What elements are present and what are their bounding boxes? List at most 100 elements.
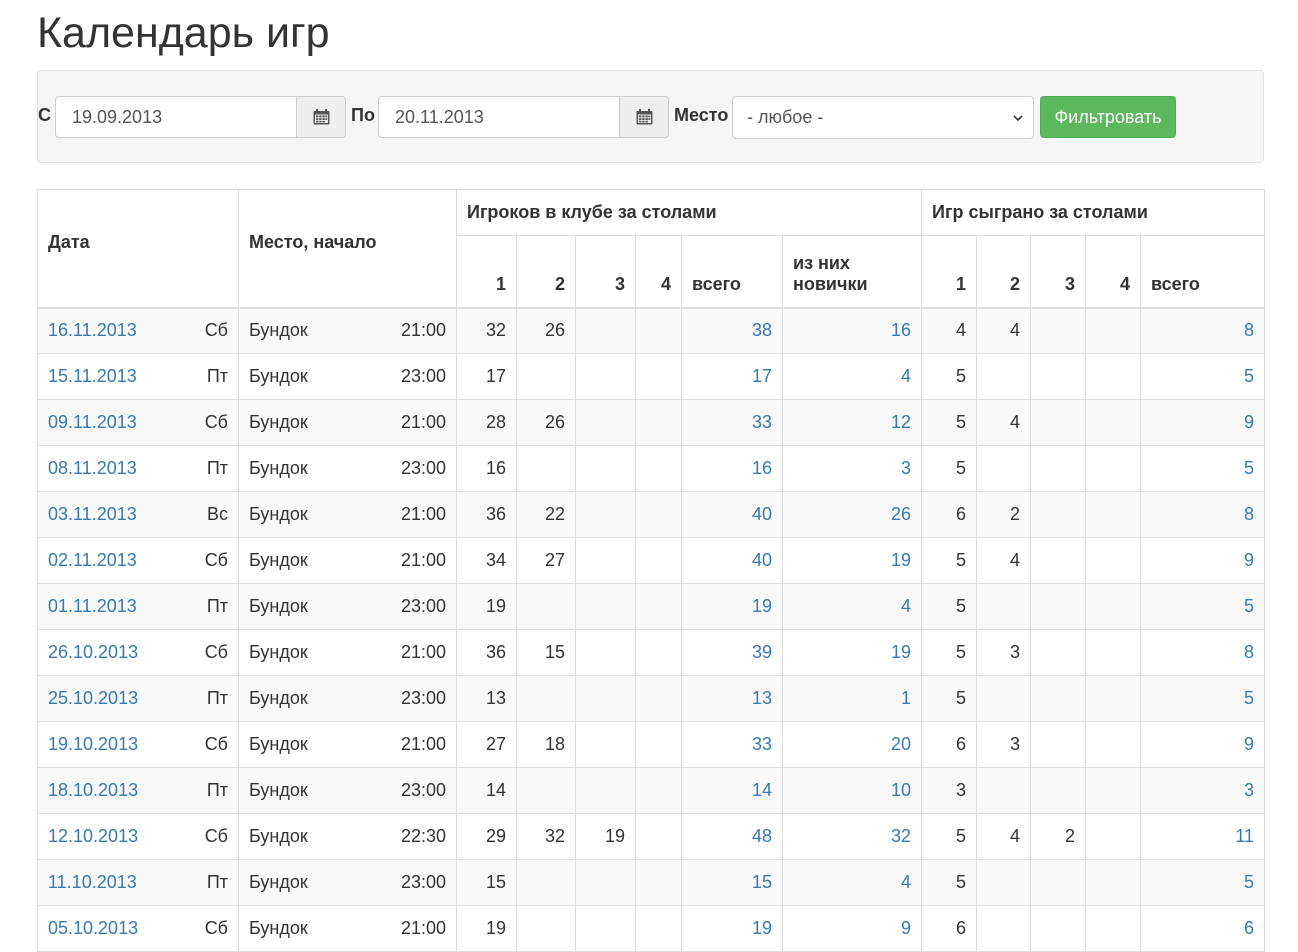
players-newbies-link[interactable]: 12 [781,399,923,446]
players-newbies-link[interactable]: 1 [781,675,923,722]
start-time: 23:00 [400,780,446,800]
players-total-link[interactable]: 16 [681,445,783,492]
players-newbies-link[interactable]: 19 [781,629,923,676]
players-table-3 [575,583,636,630]
games-table-3 [1030,767,1087,814]
games-table-1: 5 [921,537,978,584]
players-total-link[interactable]: 13 [681,675,783,722]
players-table-4 [635,675,682,722]
games-table-2 [976,905,1032,952]
day-of-week: Сб [204,412,228,432]
games-table-4 [1085,859,1142,906]
games-total-link[interactable]: 11 [1140,813,1266,860]
games-total-link[interactable]: 6 [1140,905,1266,952]
games-total-link[interactable]: 9 [1140,399,1266,446]
players-total-link[interactable]: 15 [681,859,783,906]
page-title: Календарь игр [37,9,330,57]
from-calendar-button[interactable] [296,97,345,137]
players-newbies-link[interactable]: 4 [781,583,923,630]
players-total-link[interactable]: 40 [681,491,783,538]
players-table-3 [575,629,636,676]
games-total-link[interactable]: 8 [1140,307,1266,354]
date-link[interactable]: 18.10.2013 [48,780,138,801]
games-total-link[interactable]: 5 [1140,353,1266,400]
players-newbies-link[interactable]: 16 [781,307,923,354]
players-total-link[interactable]: 38 [681,307,783,354]
games-table-2: 4 [976,307,1032,354]
games-total-link[interactable]: 5 [1140,445,1266,492]
players-newbies-link[interactable]: 10 [781,767,923,814]
date-link[interactable]: 05.10.2013 [48,918,138,939]
players-total-link[interactable]: 40 [681,537,783,584]
to-date-field[interactable]: 20.11.2013 [378,96,669,138]
games-table-3 [1030,445,1087,492]
place-name: Бундок [249,320,308,341]
date-link[interactable]: 26.10.2013 [48,642,138,663]
players-total-link[interactable]: 48 [681,813,783,860]
games-total-link[interactable]: 5 [1140,859,1266,906]
games-total-link[interactable]: 9 [1140,721,1266,768]
place-cell-content: Бундок 23:00 [249,872,446,893]
players-newbies-link[interactable]: 3 [781,445,923,492]
date-link[interactable]: 02.11.2013 [48,550,137,571]
players-newbies-link[interactable]: 4 [781,859,923,906]
players-total-link[interactable]: 14 [681,767,783,814]
players-table-1: 13 [456,675,517,722]
players-table-2: 32 [516,813,576,860]
players-newbies-link[interactable]: 26 [781,491,923,538]
games-table-4 [1085,629,1142,676]
place-select[interactable]: - любое - [732,96,1034,139]
players-table-2: 15 [516,629,576,676]
to-calendar-button[interactable] [619,97,668,137]
players-table-3 [575,767,636,814]
from-date-field[interactable]: 19.09.2013 [55,96,346,138]
start-time: 22:30 [400,826,446,846]
place-name: Бундок [249,412,308,432]
games-table-3 [1030,583,1087,630]
players-total-link[interactable]: 17 [681,353,783,400]
players-newbies-link[interactable]: 32 [781,813,923,860]
games-total-link[interactable]: 8 [1140,629,1266,676]
place-name: Бундок [249,458,308,478]
place-cell: Бундок 23:00 [238,767,457,814]
games-total-link[interactable]: 8 [1140,491,1266,538]
date-link[interactable]: 16.11.2013 [48,320,137,341]
players-newbies-link[interactable]: 4 [781,353,923,400]
players-total-link[interactable]: 19 [681,905,783,952]
from-date-value[interactable]: 19.09.2013 [56,97,296,137]
header-games-table-1: 1 [921,235,978,308]
date-link[interactable]: 15.11.2013 [48,366,137,387]
filter-button[interactable]: Фильтровать [1040,96,1176,138]
place-cell: Бундок 21:00 [238,307,457,354]
to-date-value[interactable]: 20.11.2013 [379,97,619,137]
players-table-2 [516,859,576,906]
players-total-link[interactable]: 19 [681,583,783,630]
table-row: 11.10.2013 Пт Бундок 23:00 15 15 4 5 5 [37,859,1266,906]
players-total-link[interactable]: 39 [681,629,783,676]
players-total-link[interactable]: 33 [681,399,783,446]
players-table-4 [635,629,682,676]
date-link[interactable]: 19.10.2013 [48,734,138,755]
place-name: Бундок [249,872,308,892]
games-table-3 [1030,307,1087,354]
players-newbies-link[interactable]: 20 [781,721,923,768]
date-link[interactable]: 09.11.2013 [48,412,137,433]
games-total-link[interactable]: 5 [1140,583,1266,630]
date-link[interactable]: 11.10.2013 [48,872,137,893]
start-time: 23:00 [400,872,446,892]
date-link[interactable]: 12.10.2013 [48,826,138,847]
place-cell: Бундок 21:00 [238,537,457,584]
date-link[interactable]: 25.10.2013 [48,688,138,709]
date-cell: 05.10.2013 Сб [37,905,239,952]
games-total-link[interactable]: 5 [1140,675,1266,722]
date-link[interactable]: 03.11.2013 [48,504,137,525]
date-link[interactable]: 01.11.2013 [48,596,137,617]
games-total-link[interactable]: 9 [1140,537,1266,584]
games-total-link[interactable]: 3 [1140,767,1266,814]
date-link[interactable]: 08.11.2013 [48,458,137,479]
players-newbies-link[interactable]: 9 [781,905,923,952]
players-newbies-link[interactable]: 19 [781,537,923,584]
players-table-4 [635,491,682,538]
start-time: 21:00 [400,642,446,662]
players-total-link[interactable]: 33 [681,721,783,768]
